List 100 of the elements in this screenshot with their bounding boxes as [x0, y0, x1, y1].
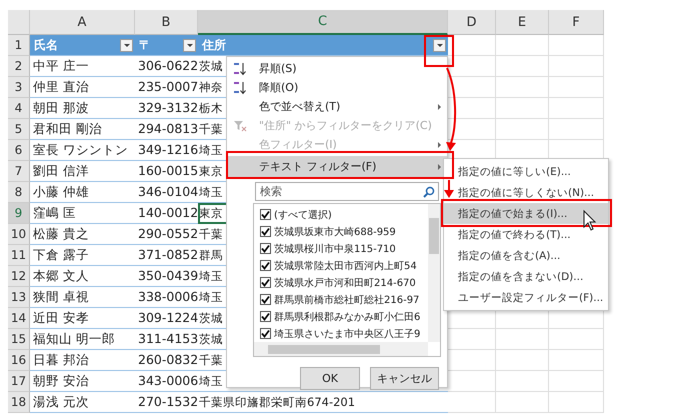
row-header[interactable]: 14 — [8, 308, 30, 329]
table-cell: 140-0012 — [135, 203, 198, 224]
filter-dropdown-button[interactable] — [433, 38, 446, 52]
table-cell: 劉田 信洋 — [30, 161, 135, 182]
table-cell: 狭間 卓視 — [30, 287, 135, 308]
table-cell: 346-0104 — [135, 182, 198, 203]
dialog-button[interactable]: キャンセル — [370, 367, 439, 390]
column-header[interactable]: B — [135, 10, 198, 35]
filter-dropdown-button[interactable] — [120, 38, 133, 52]
table-cell: 福知山 明一郎 — [30, 329, 135, 350]
table-cell: 311-4153 — [135, 329, 198, 350]
search-icon — [423, 186, 435, 198]
sort-ascending-icon — [233, 62, 247, 76]
column-header[interactable]: E — [496, 10, 549, 35]
row-header[interactable]: 8 — [8, 182, 30, 203]
row-header[interactable]: 16 — [8, 350, 30, 371]
horizontal-scrollbar[interactable] — [254, 342, 428, 356]
value-label[interactable]: (すべて選択) — [274, 208, 332, 222]
empty-cell — [549, 329, 604, 350]
row-header[interactable]: 13 — [8, 287, 30, 308]
column-header[interactable]: C — [198, 10, 448, 35]
table-cell: 329-3132 — [135, 98, 198, 119]
value-label[interactable]: 群馬県利根郡みなかみ町小仁田6 — [274, 310, 420, 324]
empty-cell — [549, 56, 604, 77]
checkbox[interactable] — [260, 294, 271, 305]
row-header[interactable]: 17 — [8, 371, 30, 392]
menu-item[interactable]: 降順(O) — [227, 78, 447, 97]
checkbox[interactable] — [260, 277, 271, 288]
value-label[interactable]: 茨城県坂東市大崎688-959 — [274, 224, 396, 238]
row-header[interactable]: 3 — [8, 77, 30, 98]
search-field[interactable]: 検索 — [255, 182, 439, 201]
row-header[interactable]: 6 — [8, 140, 30, 161]
column-header[interactable]: D — [448, 10, 496, 35]
empty-cell — [496, 35, 549, 56]
empty-cell — [496, 98, 549, 119]
checkbox[interactable] — [260, 243, 271, 254]
row-header[interactable]: 18 — [8, 392, 30, 413]
empty-cell — [549, 392, 604, 413]
row-header[interactable]: 5 — [8, 119, 30, 140]
table-cell: 窪嶋 匡 — [30, 203, 135, 224]
row-header[interactable]: 9 — [8, 203, 30, 224]
table-cell: 松藤 貴之 — [30, 224, 135, 245]
table-cell: 下倉 露子 — [30, 245, 135, 266]
empty-cell — [448, 392, 496, 413]
row-header[interactable]: 12 — [8, 266, 30, 287]
table-cell: 千葉県印旛郡栄町南674-201 — [198, 392, 448, 413]
annotation-arrow — [444, 180, 454, 198]
table-cell: 371-0852 — [135, 245, 198, 266]
column-header[interactable]: F — [549, 10, 604, 35]
empty-cell — [496, 329, 549, 350]
table-cell: 270-1532 — [135, 392, 198, 413]
checkbox[interactable] — [260, 311, 271, 322]
clear-filter-icon — [233, 118, 247, 132]
highlight-frame — [424, 35, 454, 67]
checkbox[interactable] — [260, 328, 271, 339]
menu-item[interactable]: テキスト フィルター(F) — [227, 156, 447, 177]
menu-item[interactable]: 昇順(S) — [227, 59, 447, 78]
table-cell: 君和田 剛治 — [30, 119, 135, 140]
row-header[interactable]: 15 — [8, 329, 30, 350]
table-cell: 349-1216 — [135, 140, 198, 161]
checkbox[interactable] — [260, 260, 271, 271]
row-header[interactable]: 2 — [8, 56, 30, 77]
row-header[interactable]: 11 — [8, 245, 30, 266]
empty-cell — [496, 56, 549, 77]
row-header[interactable]: 1 — [8, 35, 30, 56]
value-label[interactable]: 群馬県前橋市総社町総社216-97 — [274, 292, 420, 306]
header-label: 〒 — [139, 36, 151, 54]
row-header[interactable]: 7 — [8, 161, 30, 182]
table-cell: 260-0832 — [135, 350, 198, 371]
menu-item[interactable]: 色で並べ替え(T) — [227, 97, 447, 116]
table-cell: 306-0622 — [135, 56, 198, 77]
table-cell: 本郷 文人 — [30, 266, 135, 287]
filter-dropdown-button[interactable] — [183, 38, 196, 52]
checkbox[interactable] — [260, 209, 271, 220]
table-cell: 日暮 邦治 — [30, 350, 135, 371]
table-cell: 朝野 安治 — [30, 371, 135, 392]
row-header[interactable]: 10 — [8, 224, 30, 245]
table-cell: 350-0439 — [135, 266, 198, 287]
empty-cell — [496, 350, 549, 371]
row-header[interactable]: 4 — [8, 98, 30, 119]
empty-cell — [549, 350, 604, 371]
table-cell: 294-0813 — [135, 119, 198, 140]
table-cell: 室長 ワシントン — [30, 140, 135, 161]
empty-cell — [549, 35, 604, 56]
empty-cell — [496, 392, 549, 413]
table-cell: 小藤 仲雄 — [30, 182, 135, 203]
empty-cell — [549, 98, 604, 119]
dialog-button[interactable]: OK — [300, 367, 360, 390]
checkbox[interactable] — [260, 226, 271, 237]
value-label[interactable]: 茨城県水戸市河和田町214-670 — [274, 276, 416, 290]
table-cell: 309-1224 — [135, 308, 198, 329]
column-header[interactable]: A — [30, 10, 135, 35]
sort-descending-icon — [233, 80, 247, 94]
menu-item[interactable]: 指定の値で始まる(I)... — [444, 203, 608, 224]
empty-cell — [496, 371, 549, 392]
table-cell: 290-0552 — [135, 224, 198, 245]
value-label[interactable]: 埼玉県さいたま市中央区八王子9 — [274, 326, 420, 340]
table-cell: 仲里 直治 — [30, 77, 135, 98]
mouse-pointer-icon — [584, 210, 596, 231]
vertical-scrollbar[interactable] — [428, 204, 440, 342]
